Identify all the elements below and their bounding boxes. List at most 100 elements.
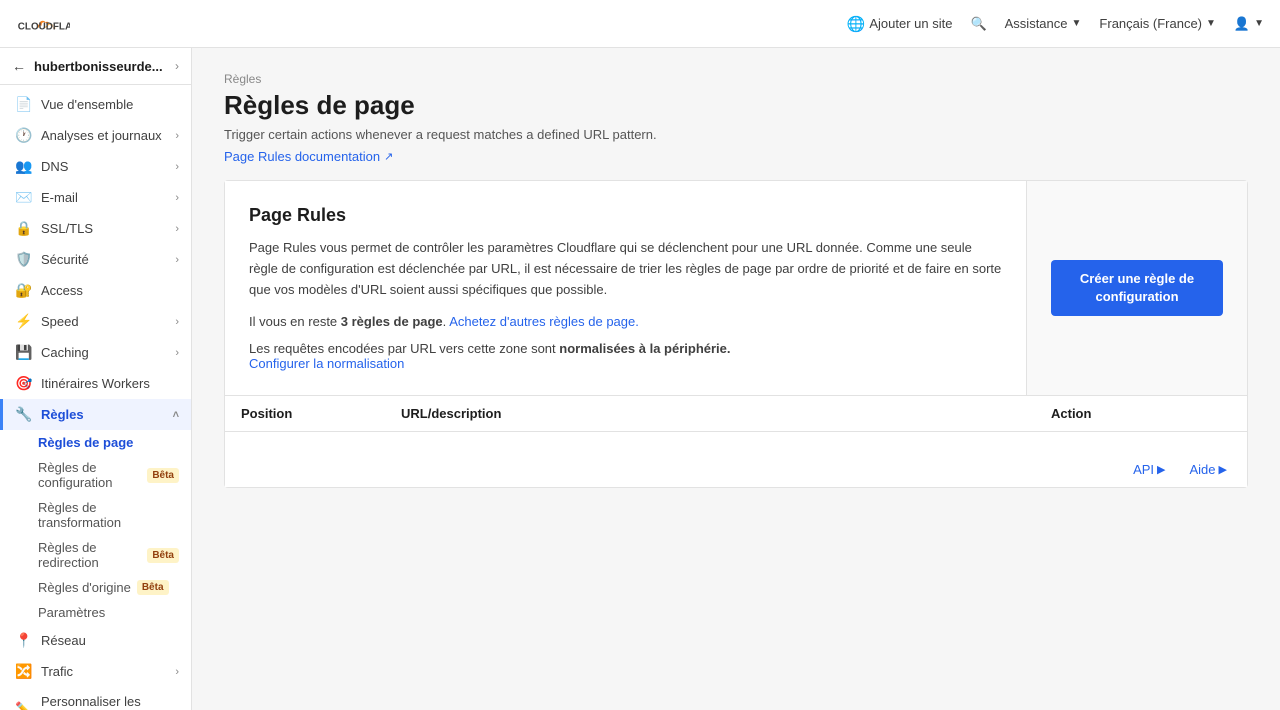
page-description: Trigger certain actions whenever a reque…: [224, 127, 1248, 142]
create-rule-button[interactable]: Créer une règle de configuration: [1051, 260, 1223, 316]
user-menu[interactable]: 👤 ▼: [1234, 16, 1264, 32]
table-header-row: Position URL/description Action: [225, 396, 1247, 432]
sidebar-item-reseau[interactable]: 📍 Réseau: [0, 625, 191, 656]
search-icon: 🔍: [970, 16, 986, 32]
rules-icon: 🔧: [15, 406, 31, 423]
sidebar-item-caching[interactable]: 💾 Caching ›: [0, 337, 191, 368]
user-icon: 👤: [1234, 16, 1250, 32]
security-icon: 🛡️: [15, 251, 31, 268]
speed-icon: ⚡: [15, 313, 31, 330]
table-footer: API ▶ Aide ▶: [225, 452, 1247, 487]
sidebar-label: Analyses et journaux: [41, 128, 165, 143]
sidebar-item-itineraires[interactable]: 🎯 Itinéraires Workers: [0, 368, 191, 399]
sidebar-item-regles-de-redirect[interactable]: Règles de redirection Bêta: [38, 535, 191, 575]
language-menu[interactable]: Français (France) ▼: [1099, 16, 1215, 31]
topnav-actions: 🌐 Ajouter un site 🔍 Assistance ▼ Françai…: [847, 15, 1264, 33]
page-title: Règles de page: [224, 90, 1248, 121]
sidebar-label: Trafic: [41, 664, 165, 679]
sidebar-label: Caching: [41, 345, 165, 360]
col-action-header: Action: [1051, 406, 1231, 421]
assistance-menu[interactable]: Assistance ▼: [1005, 16, 1082, 31]
chevron-icon: ›: [175, 223, 179, 235]
sidebar-item-regles[interactable]: 🔧 Règles ˄: [0, 399, 191, 430]
col-position-header: Position: [241, 406, 401, 421]
breadcrumb: Règles: [224, 72, 1248, 86]
api-arrow-icon: ▶: [1157, 463, 1165, 476]
sidebar-label: DNS: [41, 159, 165, 174]
sidebar-label: Règles: [41, 407, 163, 422]
traffic-icon: 🔀: [15, 663, 31, 680]
chevron-icon: ›: [175, 192, 179, 204]
chevron-icon: ›: [175, 161, 179, 173]
chevron-icon: ›: [175, 316, 179, 328]
doc-link-label: Page Rules documentation: [224, 149, 380, 164]
sidebar-label: Sécurité: [41, 252, 165, 267]
sub-item-label: Règles de redirection: [38, 540, 141, 570]
beta-badge: Bêta: [137, 580, 169, 595]
chevron-icon: ›: [175, 347, 179, 359]
buy-link[interactable]: Achetez d'autres règles de page.: [449, 314, 639, 329]
customize-icon: ✏️: [15, 701, 31, 710]
chevron-icon: ›: [175, 130, 179, 142]
add-site-label: Ajouter un site: [869, 16, 952, 31]
topnav: CLOUDFLARE 🌐 Ajouter un site 🔍 Assistanc…: [0, 0, 1280, 48]
sidebar-item-access[interactable]: 🔐 Access: [0, 275, 191, 306]
sub-item-label: Règles de page: [38, 435, 133, 450]
dns-icon: 👥: [15, 158, 31, 175]
search-button[interactable]: 🔍: [970, 16, 986, 32]
sidebar-label: Vue d'ensemble: [41, 97, 179, 112]
sub-item-label: Règles d'origine: [38, 580, 131, 595]
access-icon: 🔐: [15, 282, 31, 299]
sidebar-item-regles-de-config[interactable]: Règles de configuration Bêta: [38, 455, 191, 495]
globe-icon: 🌐: [847, 15, 866, 33]
sidebar-item-dns[interactable]: 👥 DNS ›: [0, 151, 191, 182]
cloudflare-logo[interactable]: CLOUDFLARE: [16, 10, 70, 38]
sidebar-item-regles-d-origine[interactable]: Règles d'origine Bêta: [38, 575, 191, 600]
help-link[interactable]: Aide ▶: [1190, 462, 1228, 477]
back-arrow-icon: ←: [12, 58, 26, 74]
account-chevron-icon: ›: [175, 59, 179, 73]
sidebar: ← hubertbonisseurde... › 📄 Vue d'ensembl…: [0, 48, 192, 710]
card-side: Créer une règle de configuration: [1027, 181, 1247, 395]
sidebar-item-securite[interactable]: 🛡️ Sécurité ›: [0, 244, 191, 275]
workers-icon: 🎯: [15, 375, 31, 392]
card-normalize: Les requêtes encodées par URL vers cette…: [249, 341, 1002, 371]
overview-icon: 📄: [15, 96, 31, 113]
sidebar-item-regles-de-page[interactable]: Règles de page: [38, 430, 191, 455]
sidebar-label: Réseau: [41, 633, 179, 648]
sidebar-label: SSL/TLS: [41, 221, 165, 236]
card-title: Page Rules: [249, 205, 1002, 226]
sidebar-item-parametres[interactable]: Paramètres: [38, 600, 191, 625]
sidebar-item-trafic[interactable]: 🔀 Trafic ›: [0, 656, 191, 687]
beta-badge: Bêta: [147, 548, 179, 563]
help-label: Aide: [1190, 462, 1216, 477]
sidebar-item-email[interactable]: ✉️ E-mail ›: [0, 182, 191, 213]
doc-link[interactable]: Page Rules documentation ↗: [224, 149, 393, 164]
sidebar-item-vue-ensemble[interactable]: 📄 Vue d'ensemble: [0, 89, 191, 120]
sidebar-item-ssl[interactable]: 🔒 SSL/TLS ›: [0, 213, 191, 244]
api-link[interactable]: API ▶: [1133, 462, 1165, 477]
sub-item-label: Règles de transformation: [38, 500, 179, 530]
card-body: Page Rules vous permet de contrôler les …: [249, 238, 1002, 300]
card-main: Page Rules Page Rules vous permet de con…: [225, 181, 1027, 395]
sidebar-nav: 📄 Vue d'ensemble 🕐 Analyses et journaux …: [0, 85, 191, 710]
sidebar-label: Personnaliser les pages: [41, 694, 179, 710]
api-label: API: [1133, 462, 1154, 477]
analytics-icon: 🕐: [15, 127, 31, 144]
sidebar-item-analyses[interactable]: 🕐 Analyses et journaux ›: [0, 120, 191, 151]
configure-link[interactable]: Configurer la normalisation: [249, 356, 404, 371]
page-rules-card: Page Rules Page Rules vous permet de con…: [224, 180, 1248, 488]
beta-badge: Bêta: [147, 468, 179, 483]
table-empty-state: [225, 432, 1247, 452]
sidebar-item-regles-de-transfo[interactable]: Règles de transformation: [38, 495, 191, 535]
add-site-button[interactable]: 🌐 Ajouter un site: [847, 15, 953, 33]
chevron-up-icon: ˄: [173, 409, 179, 421]
sidebar-item-personnaliser[interactable]: ✏️ Personnaliser les pages: [0, 687, 191, 710]
sidebar-item-speed[interactable]: ⚡ Speed ›: [0, 306, 191, 337]
chevron-icon: ›: [175, 254, 179, 266]
network-icon: 📍: [15, 632, 31, 649]
assistance-label: Assistance: [1005, 16, 1068, 31]
sidebar-account[interactable]: ← hubertbonisseurde... ›: [0, 48, 191, 85]
sidebar-label: Speed: [41, 314, 165, 329]
sub-item-label: Règles de configuration: [38, 460, 141, 490]
